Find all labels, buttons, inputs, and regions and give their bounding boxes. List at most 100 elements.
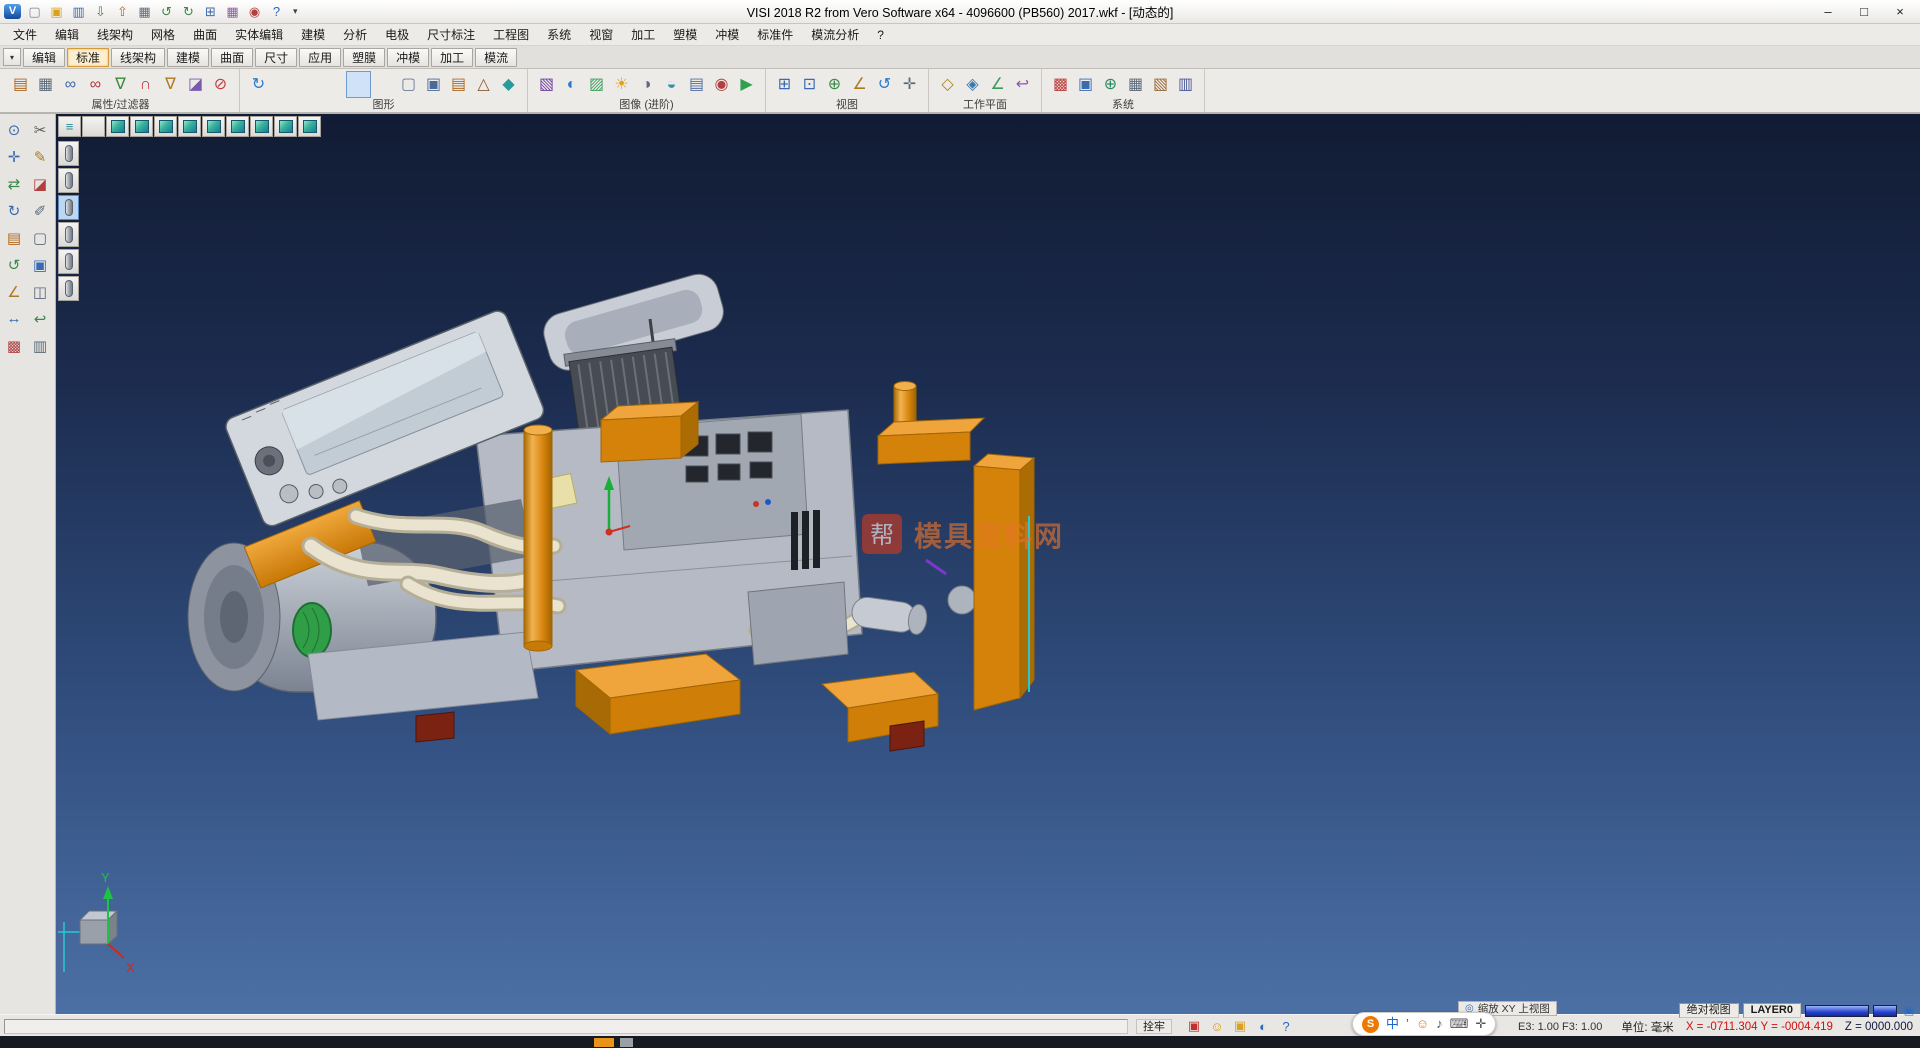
ime-keyboard-icon[interactable]: ⌨ bbox=[1450, 1017, 1469, 1031]
tab-application[interactable]: 应用 bbox=[299, 48, 341, 67]
workplane-align-icon[interactable]: ∠ bbox=[985, 71, 1010, 98]
pan-view-icon[interactable]: ✛ bbox=[897, 71, 922, 98]
note-icon[interactable]: ▢ bbox=[27, 225, 53, 250]
color-palette-icon[interactable]: ▩ bbox=[1048, 71, 1073, 98]
undo-icon[interactable]: ↺ bbox=[156, 2, 177, 21]
menu-item[interactable]: 编辑 bbox=[46, 23, 88, 46]
info-status-icon[interactable]: ◐ bbox=[1253, 1017, 1273, 1035]
menu-item[interactable]: 实体编辑 bbox=[226, 23, 292, 46]
selection-filter-icon[interactable]: ∇ bbox=[108, 71, 133, 98]
display-settings-icon[interactable]: ▣ bbox=[1073, 71, 1098, 98]
trim-icon[interactable]: ✂ bbox=[27, 117, 53, 142]
save-file-icon[interactable]: ▥ bbox=[68, 2, 89, 21]
tab-machining[interactable]: 加工 bbox=[431, 48, 473, 67]
light-icon[interactable]: ☀ bbox=[609, 71, 634, 98]
tab-surface[interactable]: 曲面 bbox=[211, 48, 253, 67]
workplane-reset-icon[interactable]: ↩ bbox=[1010, 71, 1035, 98]
taskbar-app-icon[interactable] bbox=[594, 1038, 614, 1047]
folder-status-icon[interactable]: ▣ bbox=[1230, 1017, 1250, 1035]
globe-icon[interactable]: ⊕ bbox=[1098, 71, 1123, 98]
menu-item[interactable]: 冲模 bbox=[706, 23, 748, 46]
undo-sidebar-icon[interactable]: ↩ bbox=[27, 306, 53, 331]
background-icon[interactable]: ▤ bbox=[684, 71, 709, 98]
style-preset-3[interactable] bbox=[58, 195, 79, 220]
layers-icon[interactable]: ▤ bbox=[1, 225, 27, 250]
tab-moldflow[interactable]: 模流 bbox=[475, 48, 517, 67]
settings-icon[interactable]: ◉ bbox=[244, 2, 265, 21]
tab-wireframe[interactable]: 线架构 bbox=[111, 48, 165, 67]
rotate-icon[interactable]: ↻ bbox=[1, 198, 27, 223]
measure-sidebar-icon[interactable]: ∠ bbox=[1, 279, 27, 304]
model-3d-view[interactable]: 帮 模具资料网 Y X bbox=[56, 114, 1920, 1014]
view-mode-field[interactable]: 绝对视图 bbox=[1679, 1003, 1739, 1018]
menu-item[interactable]: 分析 bbox=[334, 23, 376, 46]
regen-icon[interactable]: ↺ bbox=[1, 252, 27, 277]
snap-settings-icon[interactable]: ▧ bbox=[1148, 71, 1173, 98]
new-file-icon[interactable]: ▢ bbox=[24, 2, 45, 21]
view-blank-icon[interactable] bbox=[82, 116, 105, 137]
menu-item[interactable]: 电极 bbox=[376, 23, 418, 46]
style-preset-2[interactable] bbox=[58, 168, 79, 193]
line-width-icon[interactable] bbox=[296, 71, 321, 98]
stretch-icon[interactable]: ↔ bbox=[1, 306, 27, 331]
delete-icon[interactable]: ◪ bbox=[27, 171, 53, 196]
zoom-in-icon[interactable]: ⊕ bbox=[822, 71, 847, 98]
measure-icon[interactable]: ∠ bbox=[847, 71, 872, 98]
tab-molding[interactable]: 塑膜 bbox=[343, 48, 385, 67]
view-left-icon[interactable] bbox=[178, 116, 201, 137]
ime-lang-icon[interactable]: 中 bbox=[1386, 1017, 1399, 1031]
view-bottom-icon[interactable] bbox=[250, 116, 273, 137]
tab-die[interactable]: 冲模 bbox=[387, 48, 429, 67]
material-icon[interactable]: ◐ bbox=[559, 71, 584, 98]
render-gem-icon[interactable]: ◆ bbox=[496, 71, 521, 98]
grid-settings-icon[interactable]: ▦ bbox=[1123, 71, 1148, 98]
unlink-icon[interactable]: ∞ bbox=[83, 71, 108, 98]
clear-filter-icon[interactable]: ⊘ bbox=[208, 71, 233, 98]
snapshot-icon[interactable]: ◉ bbox=[709, 71, 734, 98]
translate-icon[interactable]: ⇄ bbox=[1, 171, 27, 196]
line-type-icon[interactable] bbox=[271, 71, 296, 98]
record-icon[interactable]: ▣ bbox=[1184, 1017, 1204, 1035]
viewport[interactable]: ≡ bbox=[56, 114, 1920, 1014]
maximize-button[interactable]: □ bbox=[1846, 0, 1882, 23]
menu-item[interactable]: ? bbox=[868, 25, 893, 45]
status-corner-icon[interactable]: ▣ bbox=[1901, 1004, 1917, 1018]
link-icon[interactable]: ∞ bbox=[58, 71, 83, 98]
solid-icon[interactable]: ▣ bbox=[27, 252, 53, 277]
lock-toggle[interactable]: 拴牢 bbox=[1136, 1019, 1172, 1034]
view-back-icon[interactable] bbox=[226, 116, 249, 137]
print-icon[interactable]: ▦ bbox=[134, 2, 155, 21]
magnet-icon[interactable]: ∩ bbox=[133, 71, 158, 98]
menu-item[interactable]: 网格 bbox=[142, 23, 184, 46]
properties-icon[interactable]: ▤ bbox=[8, 71, 33, 98]
sketch-icon[interactable]: ✎ bbox=[27, 144, 53, 169]
import-icon[interactable]: ⇩ bbox=[90, 2, 111, 21]
close-button[interactable]: × bbox=[1882, 0, 1918, 23]
view-top-icon[interactable] bbox=[154, 116, 177, 137]
workplane-icon[interactable]: ◇ bbox=[935, 71, 960, 98]
menu-item[interactable]: 线架构 bbox=[88, 23, 142, 46]
app-logo[interactable]: V bbox=[2, 2, 23, 21]
menu-item[interactable]: 工程图 bbox=[484, 23, 538, 46]
style-preset-1[interactable] bbox=[58, 141, 79, 166]
shaded-box-icon[interactable]: ▣ bbox=[421, 71, 446, 98]
minimize-button[interactable]: – bbox=[1810, 0, 1846, 23]
animation-icon[interactable]: ▶ bbox=[734, 71, 759, 98]
help-icon[interactable]: ? bbox=[266, 2, 287, 21]
eraser-icon[interactable]: ◪ bbox=[183, 71, 208, 98]
sogou-logo-icon[interactable]: S bbox=[1362, 1016, 1379, 1033]
workplane-origin-icon[interactable]: ◈ bbox=[960, 71, 985, 98]
layer-stack-icon[interactable]: ▤ bbox=[446, 71, 471, 98]
menu-item[interactable]: 尺寸标注 bbox=[418, 23, 484, 46]
material-flask-icon[interactable]: △ bbox=[471, 71, 496, 98]
mirror-icon[interactable]: ◫ bbox=[27, 279, 53, 304]
tab-dropdown-arrow[interactable]: ▾ bbox=[3, 48, 21, 66]
zoom-select-icon[interactable]: ⊙ bbox=[1, 117, 27, 142]
taskbar-sliver[interactable] bbox=[0, 1036, 1920, 1048]
ime-toolbar[interactable]: S中’☺♪⌨✛ bbox=[1352, 1012, 1496, 1036]
view-front-icon[interactable] bbox=[130, 116, 153, 137]
ime-emoji-icon[interactable]: ☺ bbox=[1416, 1017, 1429, 1031]
open-file-icon[interactable]: ▣ bbox=[46, 2, 67, 21]
render-mode-icon[interactable]: ▧ bbox=[534, 71, 559, 98]
ime-punct-icon[interactable]: ’ bbox=[1406, 1017, 1409, 1031]
